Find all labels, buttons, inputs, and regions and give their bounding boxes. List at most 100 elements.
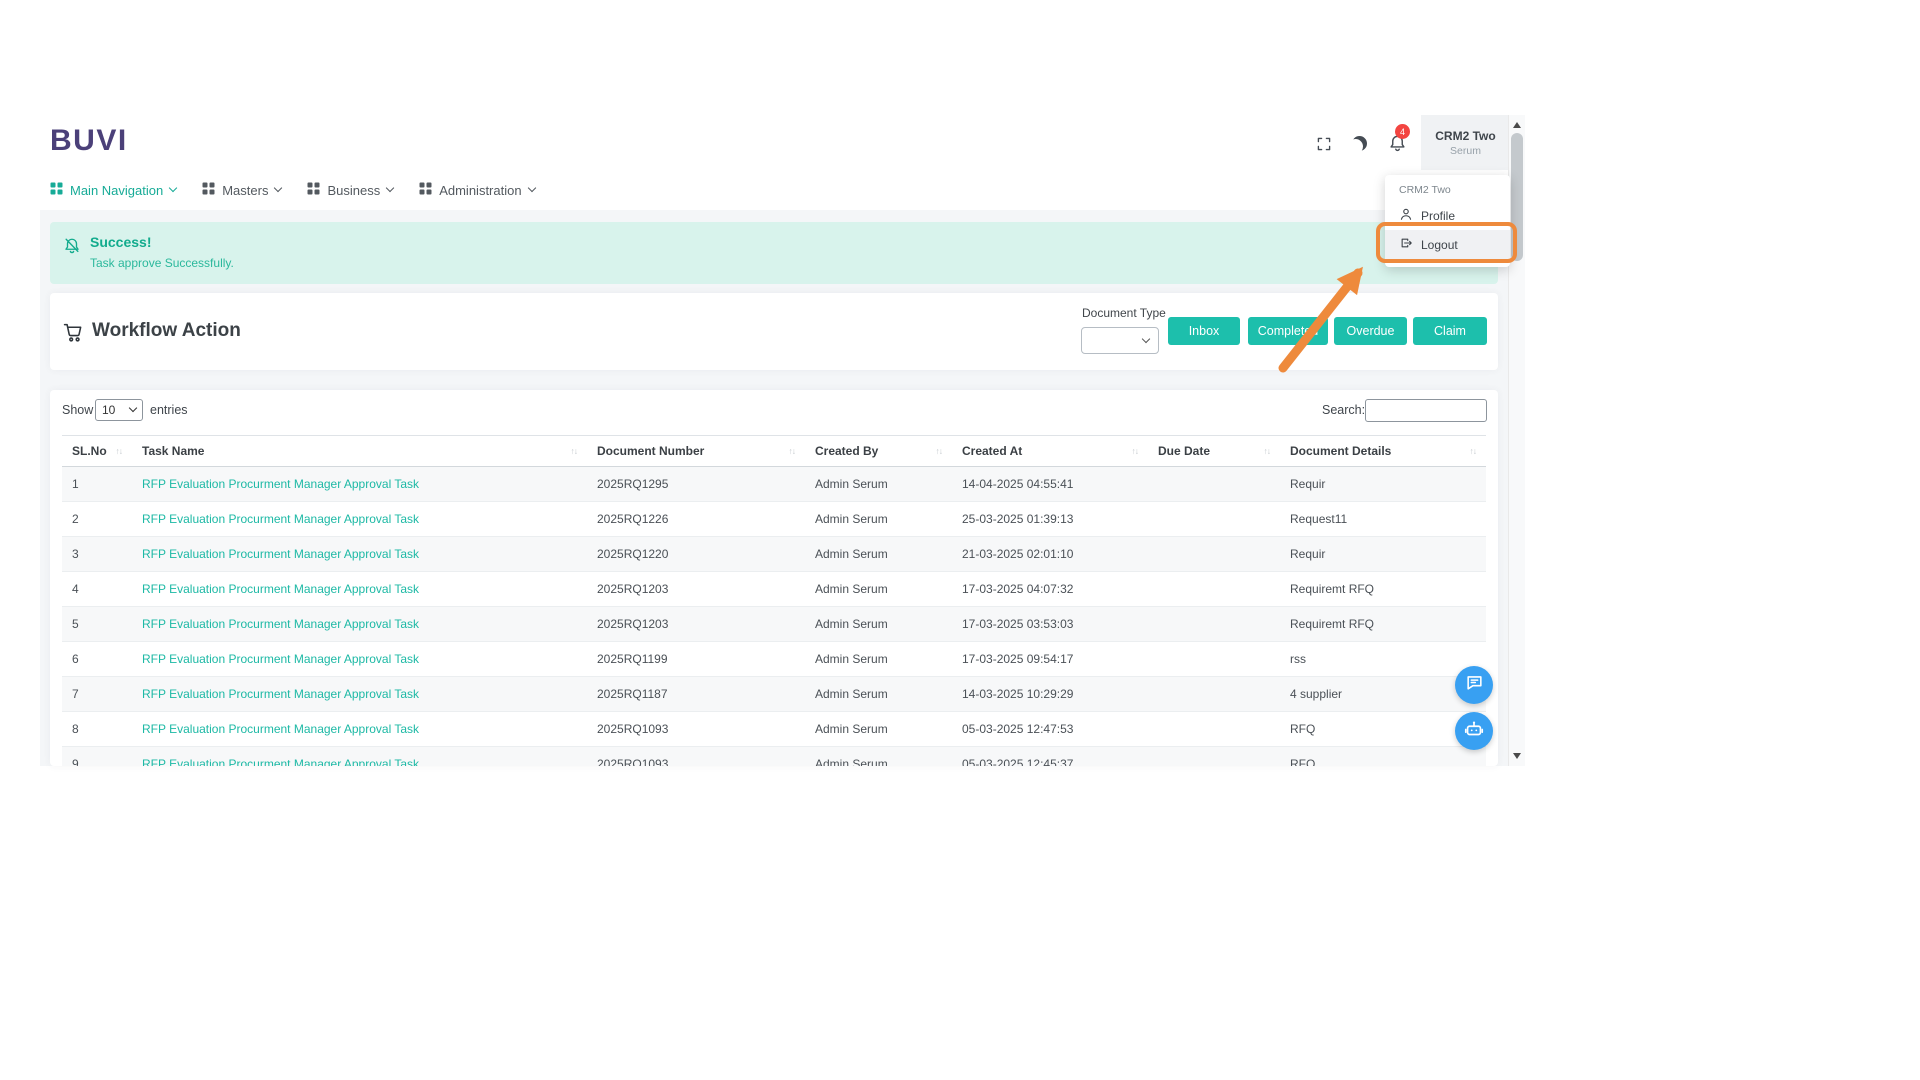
column-header-created-at[interactable]: Created At ↑↓ <box>952 435 1148 467</box>
completed-button[interactable]: Completed <box>1248 317 1328 345</box>
robot-icon <box>1463 718 1485 745</box>
menu-item-logout[interactable]: Logout <box>1385 230 1510 259</box>
overdue-button[interactable]: Overdue <box>1334 317 1407 345</box>
inbox-button[interactable]: Inbox <box>1168 317 1240 345</box>
table-header: SL.No ↑↓ Task Name ↑↓ Document Number ↑↓ Cr… <box>62 435 1486 467</box>
dark-mode-moon-icon[interactable] <box>1352 136 1367 151</box>
page-size-select[interactable]: 10 <box>95 399 143 421</box>
cell-task-name: RFP Evaluation Procurment Manager Approv… <box>132 746 587 766</box>
cell-created-at: 21-03-2025 02:01:10 <box>952 536 1148 572</box>
menu-item-profile[interactable]: Profile <box>1385 201 1510 230</box>
task-name-link[interactable]: RFP Evaluation Procurment Manager Approv… <box>142 512 419 526</box>
cell-created-by: Admin Serum <box>805 536 952 572</box>
cell-task-name: RFP Evaluation Procurment Manager Approv… <box>132 536 587 572</box>
column-header-slno[interactable]: SL.No ↑↓ <box>62 435 132 467</box>
task-name-link[interactable]: RFP Evaluation Procurment Manager Approv… <box>142 757 419 766</box>
chevron-down-icon <box>168 183 178 193</box>
column-header-document-details[interactable]: Document Details ↑↓ <box>1280 435 1486 467</box>
cell-sl-no: 4 <box>62 571 132 607</box>
task-name-link[interactable]: RFP Evaluation Procurment Manager Approv… <box>142 547 419 561</box>
cell-due-date <box>1148 676 1280 712</box>
page-size-value: 10 <box>102 403 116 417</box>
chevron-down-icon <box>128 403 138 413</box>
cell-sl-no: 8 <box>62 711 132 747</box>
chat-bubble-icon <box>1465 673 1484 697</box>
success-alert: Success! Task approve Successfully. <box>50 222 1498 284</box>
tasks-table: SL.No ↑↓ Task Name ↑↓ Document Number ↑↓ Cr… <box>62 435 1486 766</box>
fullscreen-icon[interactable] <box>1316 136 1332 157</box>
cell-document-number: 2025RQ1187 <box>587 676 805 712</box>
nav-item-administration[interactable]: Administration <box>419 182 536 198</box>
page-title: Workflow Action <box>92 320 241 341</box>
nav-item-label: Administration <box>439 182 522 198</box>
cell-document-details: Requiremt RFQ <box>1280 571 1486 607</box>
sort-icon: ↑↓ <box>115 446 123 456</box>
sort-icon: ↑↓ <box>570 446 578 456</box>
cell-due-date <box>1148 641 1280 677</box>
task-name-link[interactable]: RFP Evaluation Procurment Manager Approv… <box>142 687 419 701</box>
chat-fab-button[interactable] <box>1455 666 1493 704</box>
cell-document-number: 2025RQ1295 <box>587 466 805 502</box>
table-row: 9 RFP Evaluation Procurment Manager Appro… <box>62 746 1486 766</box>
chevron-down-icon <box>527 183 536 193</box>
scrollbar-thumb[interactable] <box>1511 133 1523 261</box>
claim-button[interactable]: Claim <box>1413 317 1487 345</box>
cell-created-at: 05-03-2025 12:47:53 <box>952 711 1148 747</box>
nav-item-business[interactable]: Business <box>307 182 395 198</box>
cell-task-name: RFP Evaluation Procurment Manager Approv… <box>132 676 587 712</box>
cell-created-at: 14-04-2025 04:55:41 <box>952 466 1148 502</box>
nav-item-masters[interactable]: Masters <box>202 182 283 198</box>
cell-task-name: RFP Evaluation Procurment Manager Approv… <box>132 466 587 502</box>
cell-sl-no: 1 <box>62 466 132 502</box>
cell-created-by: Admin Serum <box>805 746 952 766</box>
person-icon <box>1399 207 1413 224</box>
cell-task-name: RFP Evaluation Procurment Manager Approv… <box>132 711 587 747</box>
task-name-link[interactable]: RFP Evaluation Procurment Manager Approv… <box>142 582 419 596</box>
search-input[interactable] <box>1365 399 1487 422</box>
cell-created-by: Admin Serum <box>805 571 952 607</box>
search-label: Search: <box>1322 403 1366 417</box>
cart-icon <box>63 322 84 348</box>
workflow-action-card: Workflow Action Document Type Inbox Comp… <box>50 293 1498 370</box>
cell-due-date <box>1148 536 1280 572</box>
nav-item-main-navigation[interactable]: Main Navigation <box>50 182 178 198</box>
table-body: 1 RFP Evaluation Procurment Manager Appro… <box>62 466 1486 766</box>
user-profile-chip[interactable]: CRM2 Two Serum <box>1421 115 1510 170</box>
task-name-link[interactable]: RFP Evaluation Procurment Manager Approv… <box>142 652 419 666</box>
cell-created-at: 17-03-2025 09:54:17 <box>952 641 1148 677</box>
cell-document-number: 2025RQ1226 <box>587 501 805 537</box>
cell-created-by: Admin Serum <box>805 711 952 747</box>
cell-sl-no: 3 <box>62 536 132 572</box>
task-name-link[interactable]: RFP Evaluation Procurment Manager Approv… <box>142 477 419 491</box>
cell-created-by: Admin Serum <box>805 466 952 502</box>
grid-icon <box>419 182 432 198</box>
logout-icon <box>1399 236 1413 253</box>
column-header-created-by[interactable]: Created By ↑↓ <box>805 435 952 467</box>
cell-created-by: Admin Serum <box>805 676 952 712</box>
task-name-link[interactable]: RFP Evaluation Procurment Manager Approv… <box>142 722 419 736</box>
cell-document-details: Request11 <box>1280 501 1486 537</box>
column-header-document-number[interactable]: Document Number ↑↓ <box>587 435 805 467</box>
scrollbar-down-arrow[interactable] <box>1513 753 1521 759</box>
menu-item-label: Logout <box>1421 237 1458 252</box>
sort-icon: ↑↓ <box>1469 446 1477 456</box>
bot-fab-button[interactable] <box>1455 712 1493 750</box>
table-row: 5 RFP Evaluation Procurment Manager Appro… <box>62 606 1486 642</box>
document-type-select[interactable] <box>1081 327 1159 354</box>
document-type-label: Document Type <box>1082 306 1166 320</box>
cell-due-date <box>1148 466 1280 502</box>
table-row: 2 RFP Evaluation Procurment Manager Appro… <box>62 501 1486 537</box>
nav-item-label: Masters <box>222 182 269 198</box>
column-header-due-date[interactable]: Due Date ↑↓ <box>1148 435 1280 467</box>
cell-document-details: Requiremt RFQ <box>1280 606 1486 642</box>
scrollbar-up-arrow[interactable] <box>1513 122 1521 128</box>
main-navbar: Main Navigation Masters Business Adminis… <box>50 175 536 205</box>
vertical-scrollbar[interactable] <box>1508 115 1525 766</box>
task-name-link[interactable]: RFP Evaluation Procurment Manager Approv… <box>142 617 419 631</box>
chevron-down-icon <box>274 183 283 193</box>
cell-task-name: RFP Evaluation Procurment Manager Approv… <box>132 606 587 642</box>
table-row: 4 RFP Evaluation Procurment Manager Appro… <box>62 571 1486 607</box>
notification-count-badge: 4 <box>1395 124 1410 139</box>
cell-sl-no: 7 <box>62 676 132 712</box>
column-header-task-name[interactable]: Task Name ↑↓ <box>132 435 587 467</box>
